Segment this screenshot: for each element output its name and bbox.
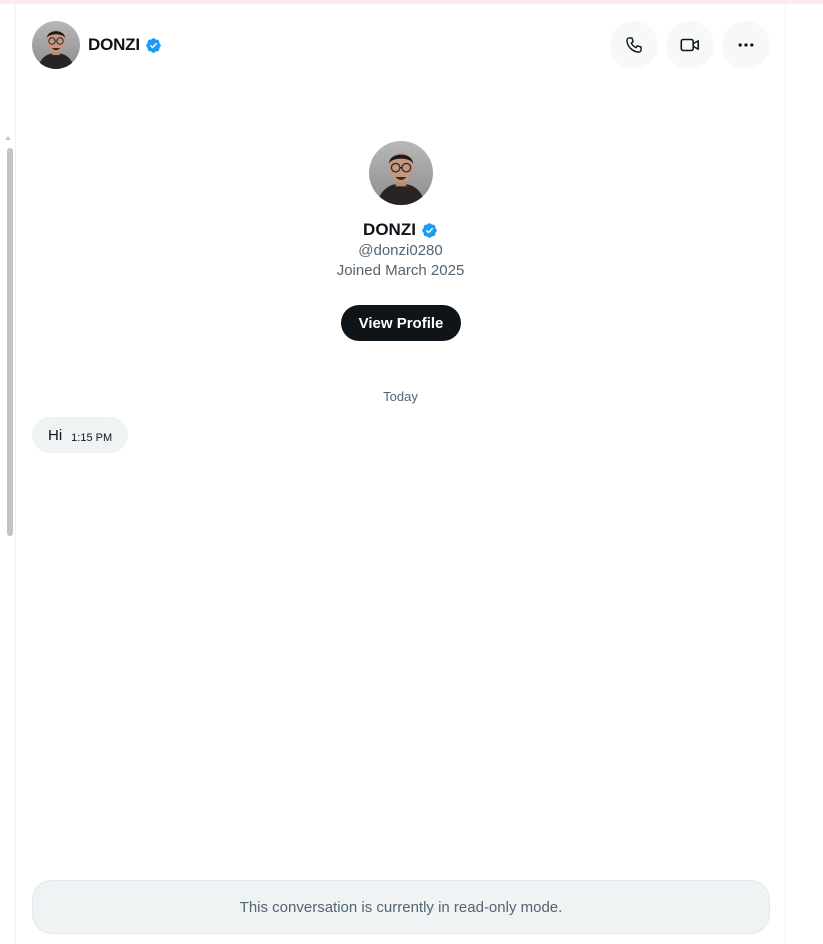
scrollbar-up-arrow-icon[interactable]: [5, 136, 11, 140]
phone-icon: [626, 37, 642, 53]
profile-name: DONZI: [0, 220, 801, 240]
profile-avatar[interactable]: [369, 141, 433, 205]
message-timestamp: 1:15 PM: [71, 432, 113, 444]
profile-name-text: DONZI: [363, 220, 416, 239]
message-text: Hi: [48, 426, 63, 444]
day-divider: Today: [383, 389, 418, 404]
phone-call-button[interactable]: [610, 21, 658, 69]
profile-joined-date: Joined March 2025: [336, 262, 465, 279]
read-only-notice: This conversation is currently in read-o…: [32, 880, 770, 934]
read-only-text: This conversation is currently in read-o…: [239, 898, 563, 916]
more-options-button[interactable]: [722, 21, 770, 69]
header-avatar[interactable]: [32, 21, 80, 69]
scrollbar-thumb[interactable]: [7, 148, 13, 536]
video-icon: [680, 38, 700, 52]
header-name-text: DONZI: [88, 35, 140, 54]
more-horizontal-icon: [738, 43, 754, 47]
header-name[interactable]: DONZI: [88, 34, 162, 56]
verified-badge-icon: [146, 37, 161, 53]
video-call-button[interactable]: [666, 21, 714, 69]
profile-handle: @donzi0280: [358, 242, 443, 259]
verified-badge-icon: [422, 222, 437, 238]
view-profile-button[interactable]: View Profile: [341, 305, 461, 341]
message-bubble[interactable]: Hi 1:15 PM: [32, 417, 129, 453]
